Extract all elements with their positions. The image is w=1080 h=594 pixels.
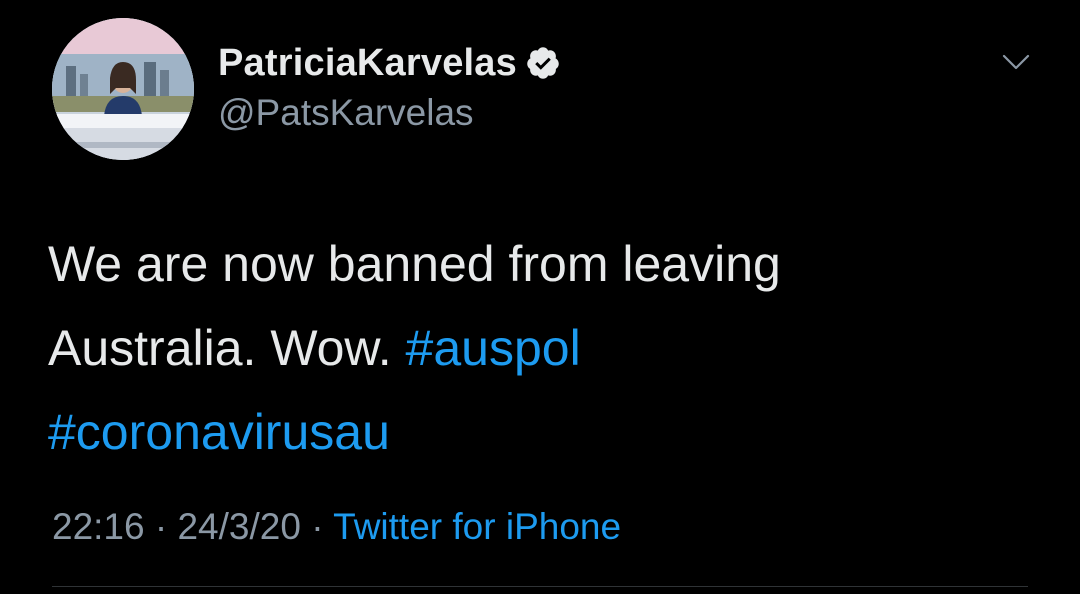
user-handle[interactable]: @PatsKarvelas [218,92,474,134]
author-name-row[interactable]: PatriciaKarvelas [218,38,561,88]
tweet-text-plain: Australia. Wow. [48,320,406,376]
tweet-text-line-3: #coronavirusau [48,390,1038,474]
chevron-down-icon[interactable] [998,50,1034,74]
verified-badge-icon [527,47,559,79]
hashtag-auspol-link[interactable]: #auspol [406,320,581,376]
avatar[interactable] [52,18,194,160]
divider [52,586,1028,587]
display-name[interactable]: PatriciaKarvelas [218,42,517,85]
tweet-text-line-1: We are now banned from leaving [48,236,781,292]
avatar-photo [52,18,194,160]
tweet-text: We are now banned from leaving Australia… [48,222,1038,474]
hashtag-coronavirusau-link[interactable]: #coronavirusau [48,404,390,460]
tweet-time: 22:16 [52,506,145,547]
tweet-card: PatriciaKarvelas @PatsKarvelas We are no… [0,0,1080,594]
meta-separator: · [144,506,178,547]
tweet-text-line-2: Australia. Wow. #auspol [48,306,1038,390]
tweet-date: 24/3/20 [177,506,301,547]
meta-separator: · [300,506,334,547]
tweet-source-link[interactable]: Twitter for iPhone [333,506,621,547]
tweet-meta: 22:16 · 24/3/20 · Twitter for iPhone [52,506,621,548]
